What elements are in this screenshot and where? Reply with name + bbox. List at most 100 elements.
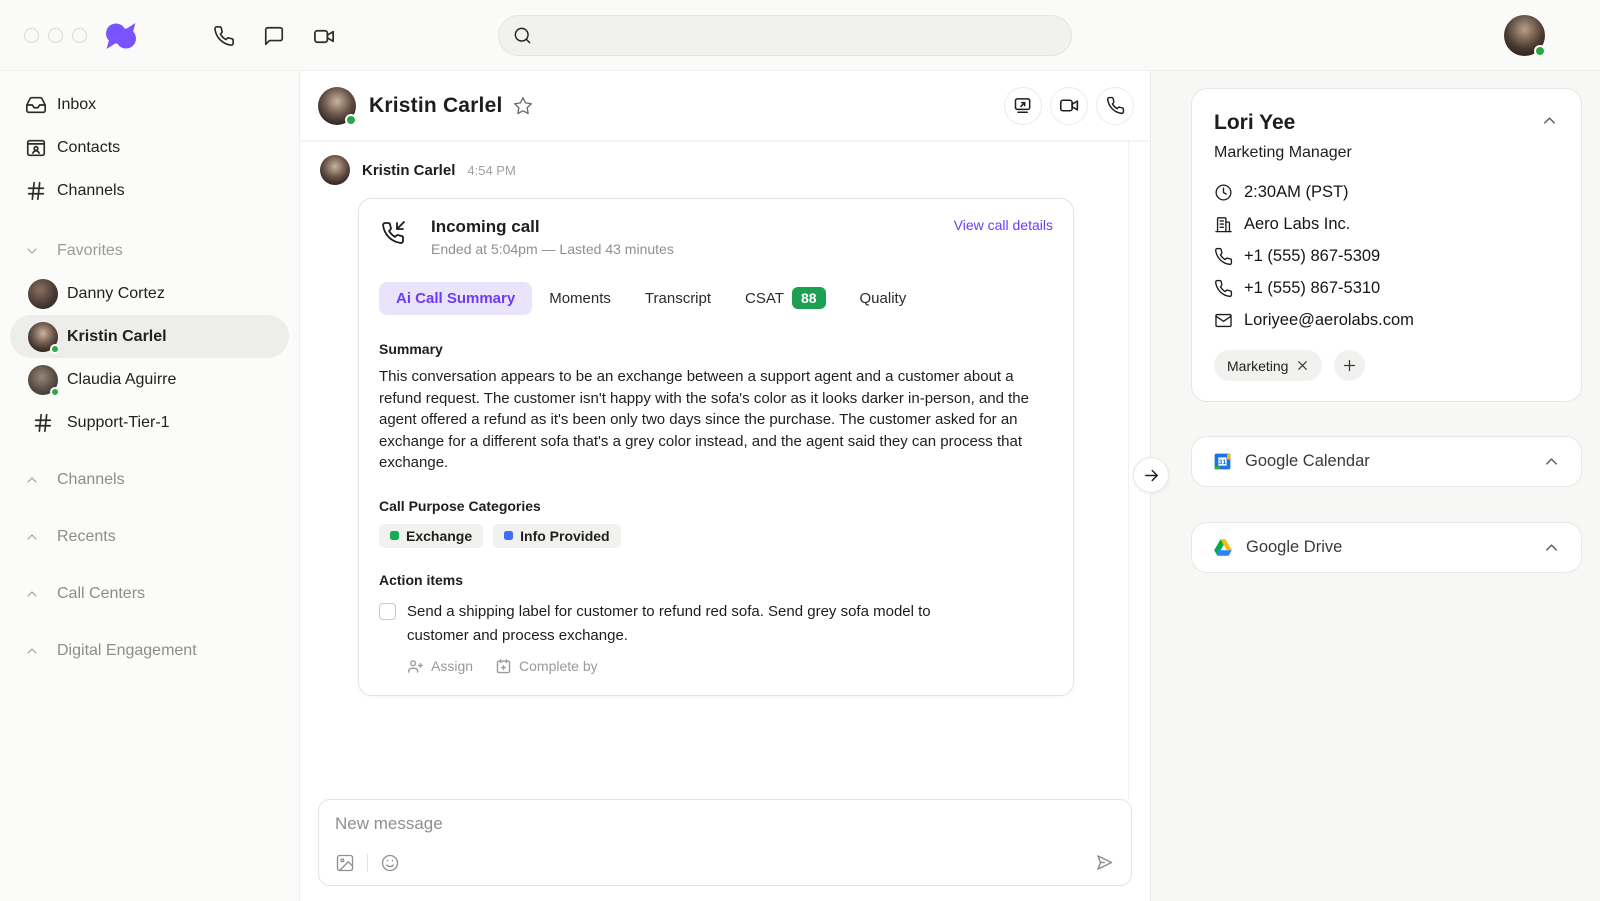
category-info-provided: Info Provided: [493, 524, 620, 548]
remove-tag-icon[interactable]: [1296, 359, 1309, 372]
chevron-up-icon[interactable]: [1540, 111, 1559, 130]
dialpad-logo: [104, 21, 138, 51]
summary-body: This conversation appears to be an excha…: [379, 366, 1053, 474]
sidebar-item-contacts[interactable]: Contacts: [0, 126, 299, 169]
conversation-header-actions: [1004, 87, 1134, 125]
avatar: [28, 279, 58, 309]
assign-button[interactable]: Assign: [407, 658, 473, 675]
add-tag-button[interactable]: [1334, 350, 1365, 381]
screen-share-icon[interactable]: [1004, 87, 1042, 125]
section-label: Recents: [57, 528, 116, 546]
plus-icon: [1342, 358, 1357, 373]
user-avatar[interactable]: [1504, 15, 1545, 56]
window-control-minimize[interactable]: [48, 28, 63, 43]
sidebar-item-danny-cortez[interactable]: Danny Cortez: [10, 272, 289, 315]
action-item: Send a shipping label for customer to re…: [379, 600, 1053, 648]
sidebar-item-inbox[interactable]: Inbox: [0, 83, 299, 126]
tab-label: Moments: [549, 290, 611, 307]
phone-icon: [1214, 279, 1233, 298]
chevron-up-icon: [24, 529, 42, 545]
search-input[interactable]: [540, 27, 1057, 44]
tab-transcript[interactable]: Transcript: [628, 282, 728, 315]
contact-phone-primary[interactable]: +1 (555) 867-5309: [1214, 247, 1559, 266]
tab-quality[interactable]: Quality: [843, 282, 924, 315]
contact-company: Aero Labs Inc.: [1214, 215, 1559, 234]
chevron-up-icon: [24, 586, 42, 602]
chevron-up-icon[interactable]: [1542, 538, 1561, 557]
video-icon[interactable]: [1050, 87, 1088, 125]
contact-phone-secondary[interactable]: +1 (555) 867-5310: [1214, 279, 1559, 298]
chevron-up-icon[interactable]: [1542, 452, 1561, 471]
avatar: [318, 87, 356, 125]
sidebar-item-label: Channels: [57, 182, 125, 200]
sidebar-section-call-centers[interactable]: Call Centers: [0, 572, 299, 615]
online-status-dot: [1534, 45, 1546, 57]
sidebar-item-claudia-aguirre[interactable]: Claudia Aguirre: [10, 358, 289, 401]
view-call-details-link[interactable]: View call details: [954, 217, 1053, 233]
sidebar-item-channels[interactable]: Channels: [0, 169, 299, 212]
contact-email[interactable]: Loriyee@aerolabs.com: [1214, 311, 1559, 330]
sidebar-section-channels[interactable]: Channels: [0, 458, 299, 501]
csat-score-badge: 88: [792, 287, 826, 309]
emoji-icon[interactable]: [380, 853, 400, 873]
tab-moments[interactable]: Moments: [532, 282, 628, 315]
integration-google-calendar[interactable]: 31 Google Calendar: [1191, 436, 1582, 487]
call-card-tabs: Ai Call Summary Moments Transcript CSAT …: [379, 279, 1053, 317]
conversation-title: Kristin Carlel: [369, 94, 503, 118]
send-icon[interactable]: [1094, 852, 1115, 873]
tab-label: Ai Call Summary: [396, 290, 515, 307]
detail-value: +1 (555) 867-5310: [1244, 279, 1380, 298]
category-exchange: Exchange: [379, 524, 483, 548]
complete-by-button[interactable]: Complete by: [495, 658, 598, 675]
clock-icon: [1214, 183, 1233, 202]
section-label: Channels: [57, 471, 125, 489]
tab-csat[interactable]: CSAT 88: [728, 279, 842, 317]
message-input[interactable]: [335, 814, 1115, 834]
avatar: [28, 365, 58, 395]
google-drive-icon: [1212, 537, 1234, 559]
video-icon[interactable]: [312, 24, 336, 48]
detail-value: +1 (555) 867-5309: [1244, 247, 1380, 266]
favorite-label: Kristin Carlel: [67, 328, 167, 346]
avatar: [320, 155, 350, 185]
calendar-plus-icon: [495, 658, 512, 675]
section-label: Call Centers: [57, 585, 145, 603]
sidebar-item-kristin-carlel[interactable]: Kristin Carlel: [10, 315, 289, 358]
image-icon[interactable]: [335, 853, 355, 873]
tab-ai-call-summary[interactable]: Ai Call Summary: [379, 282, 532, 315]
action-item-actions: Assign Complete by: [407, 658, 1053, 675]
message-timestamp: 4:54 PM: [467, 163, 515, 178]
favorites-section-header[interactable]: Favorites: [0, 229, 299, 272]
online-status-dot: [50, 344, 60, 354]
mail-icon: [1214, 311, 1233, 330]
google-calendar-icon: 31: [1212, 451, 1233, 472]
contact-tags: Marketing: [1214, 350, 1559, 381]
detail-value: 2:30AM (PST): [1244, 183, 1349, 202]
window-control-close[interactable]: [24, 28, 39, 43]
action-item-checkbox[interactable]: [379, 603, 396, 620]
contact-card: Lori Yee Marketing Manager 2:30AM (PST): [1191, 88, 1582, 402]
contact-role: Marketing Manager: [1214, 144, 1559, 162]
favorite-star-icon[interactable]: [513, 96, 533, 116]
category-label: Info Provided: [520, 528, 609, 544]
categories-heading: Call Purpose Categories: [379, 498, 1053, 514]
category-pills: Exchange Info Provided: [379, 524, 1053, 548]
contact-details-panel: Lori Yee Marketing Manager 2:30AM (PST): [1150, 71, 1600, 901]
window-control-maximize[interactable]: [72, 28, 87, 43]
phone-icon[interactable]: [1096, 87, 1134, 125]
chevron-down-icon: [24, 243, 42, 259]
phone-icon[interactable]: [212, 24, 236, 48]
sidebar-section-recents[interactable]: Recents: [0, 515, 299, 558]
sidebar-item-support-tier-1[interactable]: Support-Tier-1: [10, 401, 289, 444]
divider: [367, 854, 368, 872]
sidebar-section-digital-engagement[interactable]: Digital Engagement: [0, 629, 299, 672]
summary-heading: Summary: [379, 341, 1053, 357]
sidebar-item-label: Contacts: [57, 139, 120, 157]
tag-marketing: Marketing: [1214, 350, 1322, 381]
call-summary-card: Incoming call Ended at 5:04pm — Lasted 4…: [358, 198, 1074, 696]
integration-google-drive[interactable]: Google Drive: [1191, 522, 1582, 573]
collapse-panel-button[interactable]: [1133, 457, 1169, 493]
company-icon: [1214, 215, 1233, 234]
contacts-icon: [24, 136, 48, 160]
chat-icon[interactable]: [262, 24, 286, 48]
